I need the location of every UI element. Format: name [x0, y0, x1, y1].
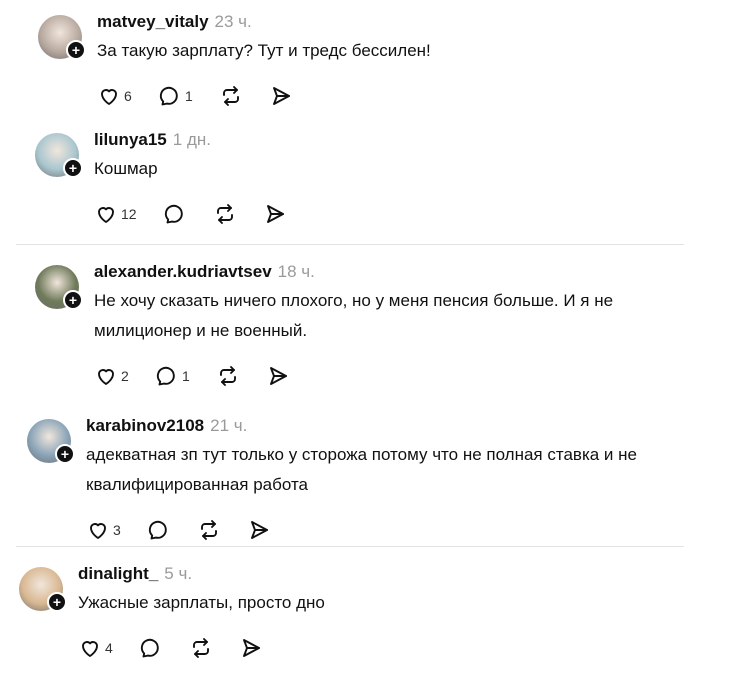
- like-button[interactable]: 12: [94, 202, 137, 226]
- comment-header: lilunya15 1 дн.: [94, 130, 211, 150]
- heart-icon: [90, 523, 106, 539]
- comment-text-line: адекватная зп тут только у сторожа потом…: [86, 445, 637, 464]
- comment-text-line: Не хочу сказать ничего плохого, но у мен…: [94, 291, 614, 310]
- repost-button[interactable]: [189, 636, 213, 660]
- username[interactable]: karabinov2108: [86, 416, 204, 435]
- comment-header: dinalight_ 5 ч.: [78, 564, 192, 584]
- reply-button[interactable]: 1: [158, 84, 193, 108]
- follow-plus-icon[interactable]: +: [66, 40, 86, 60]
- reply-button[interactable]: [163, 202, 187, 226]
- like-count: 4: [105, 640, 113, 656]
- comment-text-line: Ужасные зарплаты, просто дно: [78, 593, 325, 612]
- repost-button[interactable]: [197, 518, 221, 542]
- comment-text: адекватная зп тут только у сторожа потом…: [86, 440, 637, 500]
- repost-icon: [201, 520, 217, 540]
- share-button[interactable]: [239, 636, 263, 660]
- share-icon: [270, 367, 287, 385]
- timestamp: 5 ч.: [164, 564, 193, 583]
- reply-count: 1: [182, 368, 190, 384]
- reply-button[interactable]: [147, 518, 171, 542]
- repost-button[interactable]: [213, 202, 237, 226]
- username[interactable]: lilunya15: [94, 130, 167, 149]
- comment-icon: [164, 204, 183, 224]
- comment-text: Кошмар: [94, 154, 158, 184]
- comment-header: alexander.kudriavtsev 18 ч.: [94, 262, 315, 282]
- comment-icon: [140, 638, 159, 658]
- divider: [16, 546, 684, 547]
- heart-icon: [98, 369, 114, 385]
- heart-icon: [82, 641, 98, 657]
- comment-icon: [148, 520, 167, 540]
- comment-icon: [156, 366, 175, 386]
- like-button[interactable]: 2: [94, 364, 129, 388]
- comment-text: За такую зарплату? Тут и тредс бессилен!: [97, 36, 431, 66]
- repost-icon: [220, 366, 236, 386]
- follow-plus-icon[interactable]: +: [55, 444, 75, 464]
- reply-button[interactable]: [139, 636, 163, 660]
- username[interactable]: dinalight_: [78, 564, 158, 583]
- share-button[interactable]: [269, 84, 293, 108]
- comment-text-line: За такую зарплату? Тут и тредс бессилен!: [97, 41, 431, 60]
- comment-text-line: квалифицированная работа: [86, 475, 309, 494]
- repost-icon: [223, 86, 239, 106]
- repost-button[interactable]: [219, 84, 243, 108]
- timestamp: 21 ч.: [210, 416, 248, 435]
- share-icon: [243, 639, 260, 657]
- username[interactable]: matvey_vitaly: [97, 12, 209, 31]
- follow-plus-icon[interactable]: +: [47, 592, 67, 612]
- comment-text-line: милиционер и не военный.: [94, 321, 308, 340]
- username[interactable]: alexander.kudriavtsev: [94, 262, 272, 281]
- share-button[interactable]: [266, 364, 290, 388]
- share-icon: [273, 87, 290, 105]
- like-button[interactable]: 6: [97, 84, 132, 108]
- comment-text-line: Кошмар: [94, 159, 158, 178]
- like-count: 12: [121, 206, 137, 222]
- comment-text: Ужасные зарплаты, просто дно: [78, 588, 325, 618]
- reply-button[interactable]: 1: [155, 364, 190, 388]
- follow-plus-icon[interactable]: +: [63, 158, 83, 178]
- like-button[interactable]: 3: [86, 518, 121, 542]
- heart-icon: [98, 207, 114, 223]
- comment-header: karabinov2108 21 ч.: [86, 416, 247, 436]
- timestamp: 23 ч.: [214, 12, 252, 31]
- repost-icon: [193, 638, 209, 658]
- share-button[interactable]: [263, 202, 287, 226]
- follow-plus-icon[interactable]: +: [63, 290, 83, 310]
- comment-icon: [159, 86, 178, 106]
- repost-icon: [217, 204, 233, 224]
- share-icon: [251, 521, 268, 539]
- like-button[interactable]: 4: [78, 636, 113, 660]
- timestamp: 1 дн.: [172, 130, 211, 149]
- like-count: 6: [124, 88, 132, 104]
- share-button[interactable]: [247, 518, 271, 542]
- share-icon: [267, 205, 284, 223]
- like-count: 2: [121, 368, 129, 384]
- reply-count: 1: [185, 88, 193, 104]
- heart-icon: [101, 89, 117, 105]
- divider: [16, 244, 684, 245]
- like-count: 3: [113, 522, 121, 538]
- comment-header: matvey_vitaly 23 ч.: [97, 12, 252, 32]
- timestamp: 18 ч.: [277, 262, 315, 281]
- repost-button[interactable]: [216, 364, 240, 388]
- comment-text: Не хочу сказать ничего плохого, но у мен…: [94, 286, 613, 346]
